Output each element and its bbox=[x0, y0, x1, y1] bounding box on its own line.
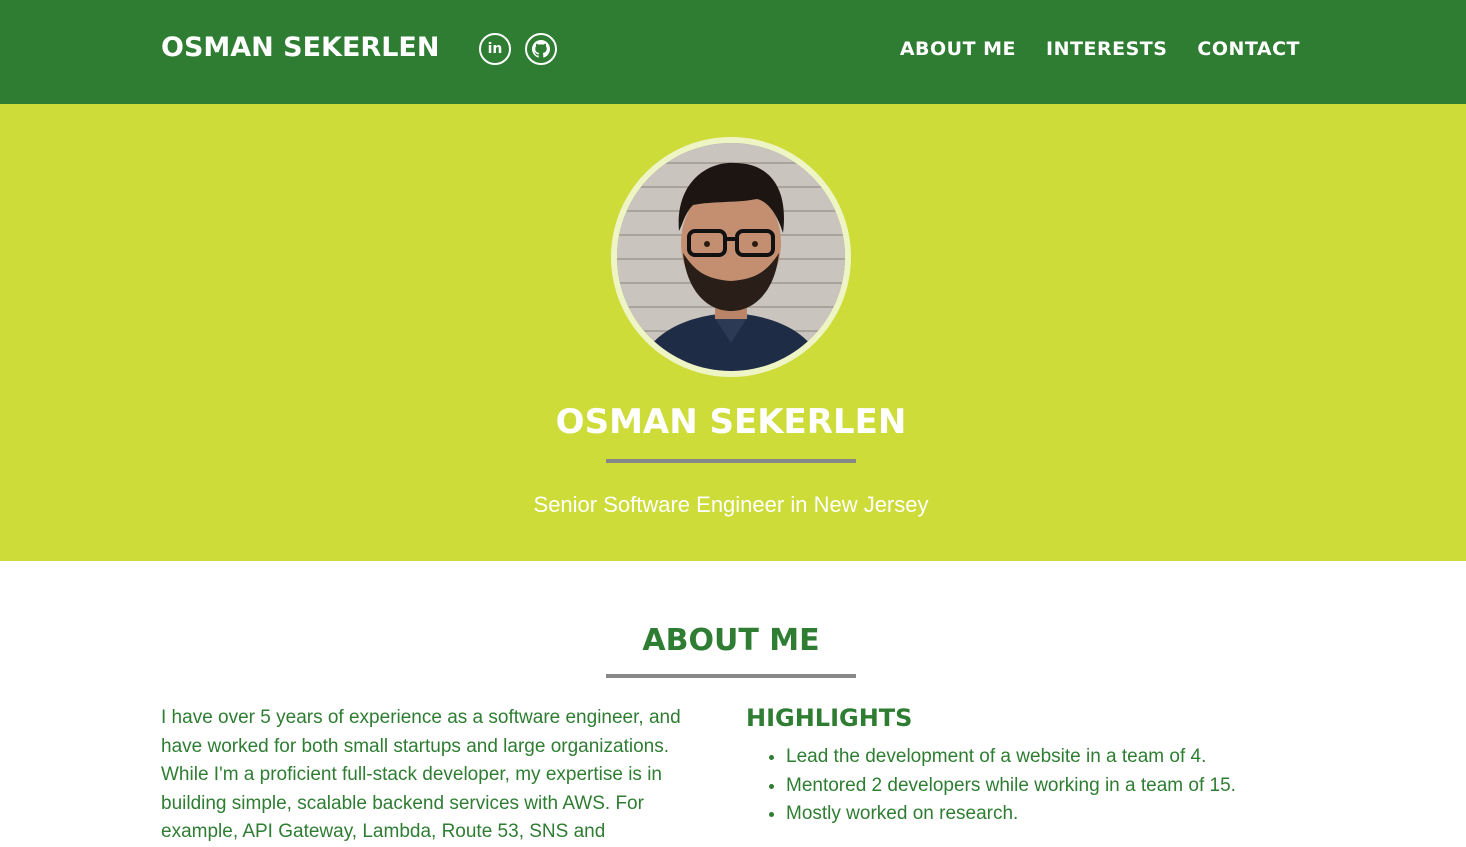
nav-links: ABOUT ME INTERESTS CONTACT bbox=[900, 36, 1300, 62]
hero-name: OSMAN SEKERLEN bbox=[555, 402, 907, 442]
nav-link-contact[interactable]: CONTACT bbox=[1197, 36, 1300, 62]
nav-link-about-me[interactable]: ABOUT ME bbox=[900, 36, 1016, 62]
highlight-item: Mentored 2 developers while working in a… bbox=[786, 772, 1306, 801]
hero-divider bbox=[606, 459, 856, 463]
highlight-item: Lead the development of a website in a t… bbox=[786, 743, 1306, 772]
github-logo bbox=[532, 40, 550, 58]
nav-link-interests[interactable]: INTERESTS bbox=[1046, 36, 1167, 62]
profile-avatar bbox=[611, 137, 851, 377]
hero-section: OSMAN SEKERLEN Senior Software Engineer … bbox=[0, 104, 1466, 561]
profile-photo-illustration bbox=[617, 143, 845, 371]
highlights-list: Lead the development of a website in a t… bbox=[746, 743, 1306, 829]
highlight-item: Mostly worked on research. bbox=[786, 800, 1306, 829]
profile-photo bbox=[617, 143, 845, 371]
highlights-title: HIGHLIGHTS bbox=[746, 704, 913, 732]
about-paragraph: I have over 5 years of experience as a s… bbox=[161, 707, 681, 842]
linkedin-glyph: in bbox=[487, 40, 503, 57]
site-brand[interactable]: OSMAN SEKERLEN bbox=[161, 30, 439, 66]
about-section-title: ABOUT ME bbox=[642, 623, 820, 658]
github-icon[interactable] bbox=[525, 33, 557, 65]
top-navbar: OSMAN SEKERLEN in ABOUT ME INTERESTS CON… bbox=[0, 0, 1466, 104]
linkedin-icon[interactable]: in bbox=[479, 33, 511, 65]
about-divider bbox=[606, 674, 856, 678]
hero-subtitle: Senior Software Engineer in New Jersey bbox=[533, 492, 929, 517]
